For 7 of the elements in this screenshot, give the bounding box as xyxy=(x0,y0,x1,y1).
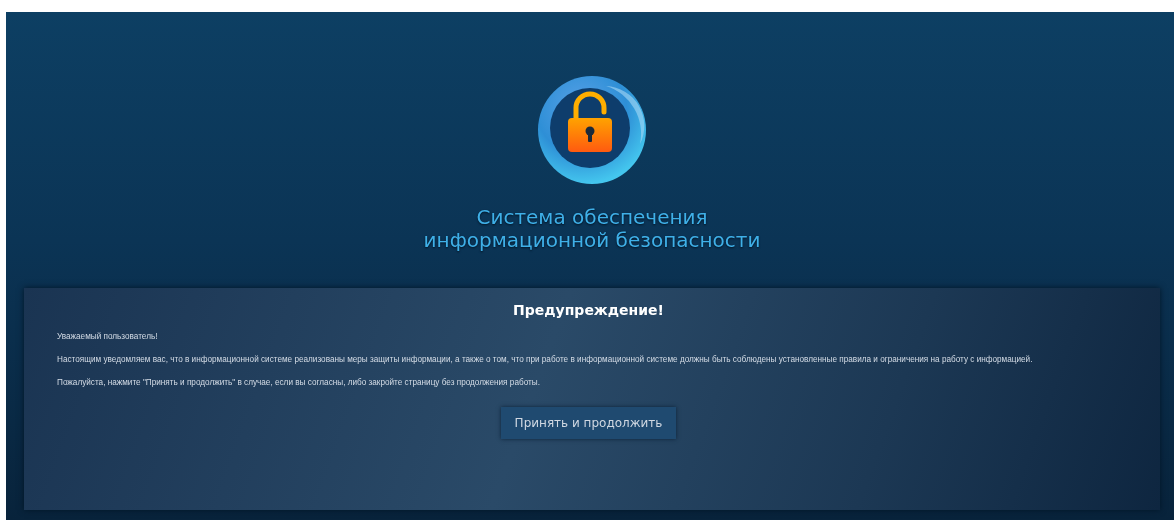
warning-text: Настоящим уведомляем вас, что в информационной системе реализованы меры защиты информации, а также о том, что при работе в информационной системе должны быть соблюдены установленные правила и ограничения на работу с информацией. xyxy=(57,354,1034,366)
warning-text: Пожалуйста, нажмите "Принять и продолжить" в случае, если вы согласны, либо закройте страницу без продолжения работы. xyxy=(57,377,541,389)
warning-heading: Предупреждение! xyxy=(512,302,665,318)
system-title: Система обеспечения информационной безопасности xyxy=(423,206,761,252)
padlock-logo-icon xyxy=(536,74,648,186)
warning-text: Уважаемый пользователь! xyxy=(57,331,159,343)
accept-button[interactable]: Принять и продолжить xyxy=(500,407,677,439)
